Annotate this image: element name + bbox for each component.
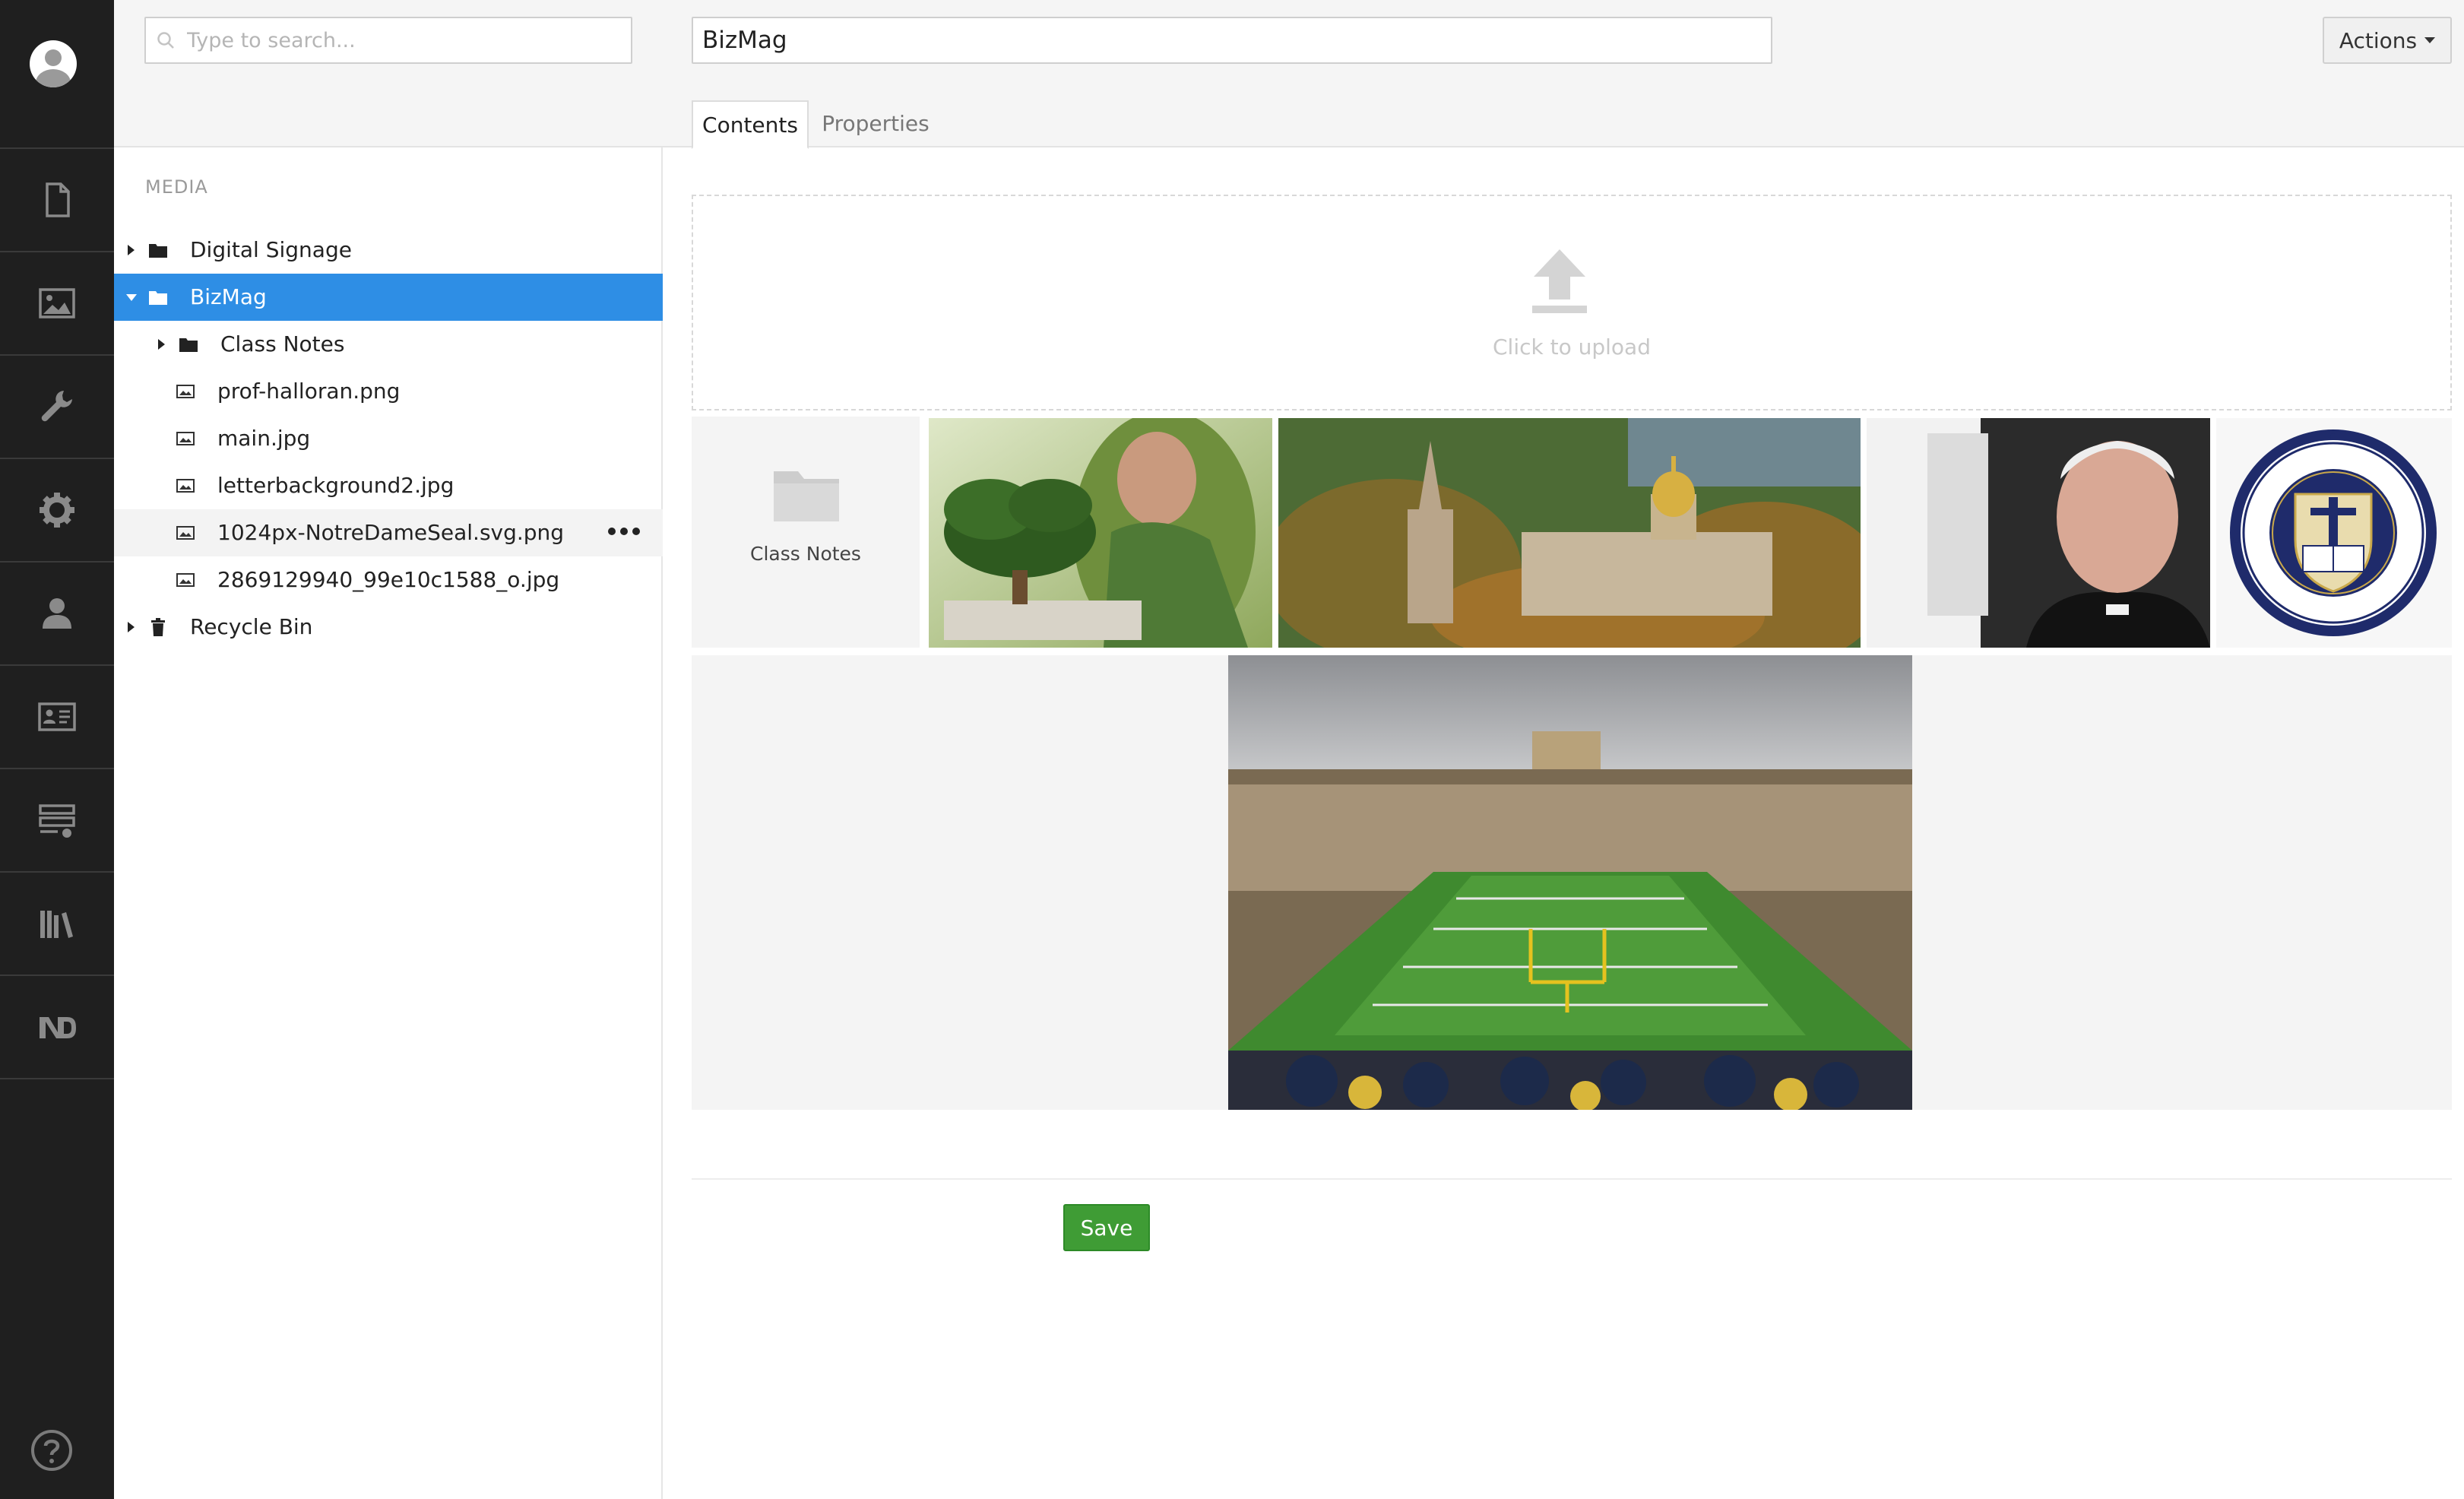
- tree-item-recycle-bin[interactable]: Recycle Bin: [114, 604, 663, 651]
- folder-icon: [774, 471, 839, 521]
- content-section-icon[interactable]: [0, 149, 114, 251]
- folder-tile-label: Class Notes: [750, 543, 861, 565]
- search-icon: [157, 32, 174, 49]
- users-section-icon[interactable]: [0, 563, 114, 664]
- tree-item-bizmag[interactable]: BizMag: [114, 274, 663, 321]
- tree-item-label: Class Notes: [220, 331, 345, 357]
- footer-divider: [692, 1178, 2452, 1180]
- expand-caret-icon[interactable]: [128, 622, 135, 632]
- tree-item-label: 2869129940_99e10c1588_o.jpg: [217, 567, 560, 592]
- tree-item-prof-halloran[interactable]: prof-halloran.png: [114, 368, 663, 415]
- rail-divider: [0, 1078, 114, 1079]
- tree-search[interactable]: [144, 17, 632, 64]
- expand-caret-icon[interactable]: [158, 339, 165, 350]
- media-tile-notredame-seal[interactable]: [2216, 418, 2452, 648]
- wrench-icon: [41, 391, 72, 422]
- media-section-icon[interactable]: [0, 252, 114, 354]
- id-card-icon: [38, 702, 76, 731]
- tree-header: [114, 0, 663, 147]
- tree-item-notredame-seal[interactable]: 1024px-NotreDameSeal.svg.png: [114, 509, 663, 556]
- media-tile-prof-halloran[interactable]: [929, 418, 1272, 648]
- tree-item-label: Recycle Bin: [190, 614, 313, 639]
- user-avatar[interactable]: [30, 40, 77, 87]
- collapse-caret-icon[interactable]: [126, 294, 137, 301]
- tree-item-digital-signage[interactable]: Digital Signage: [114, 227, 663, 274]
- document-icon: [46, 182, 70, 217]
- upload-dropzone[interactable]: Click to upload: [692, 195, 2452, 410]
- photo-thumbnail: [929, 418, 1272, 648]
- seal-thumbnail: [2230, 429, 2437, 636]
- photo-thumbnail: [1228, 655, 1912, 1110]
- image-icon: [39, 288, 75, 318]
- section-nav-rail: [0, 0, 114, 1499]
- tree-item-label: 1024px-NotreDameSeal.svg.png: [217, 520, 565, 545]
- expand-caret-icon[interactable]: [128, 245, 135, 255]
- form-icon: [39, 804, 75, 838]
- tree-item-2869129940[interactable]: 2869129940_99e10c1588_o.jpg: [114, 556, 663, 604]
- upload-icon: [1532, 249, 1587, 313]
- media-tree-panel: MEDIA Digital Signage BizMag Class Notes…: [114, 0, 663, 1499]
- folder-icon: [149, 244, 167, 258]
- search-input[interactable]: [187, 28, 613, 52]
- image-file-icon: [176, 432, 195, 445]
- media-name-input[interactable]: [692, 17, 1772, 64]
- image-file-icon: [176, 479, 195, 493]
- books-icon: [40, 911, 73, 938]
- media-tile-class-notes-folder[interactable]: Class Notes: [692, 417, 920, 648]
- settings-section-icon[interactable]: [0, 356, 114, 458]
- actions-button[interactable]: Actions: [2323, 17, 2452, 64]
- members-section-icon[interactable]: [0, 666, 114, 768]
- save-button[interactable]: Save: [1063, 1204, 1150, 1251]
- media-tile-portrait[interactable]: [1867, 418, 2210, 648]
- folder-open-icon: [149, 291, 167, 305]
- translation-section-icon[interactable]: [0, 873, 114, 975]
- user-icon: [43, 598, 71, 629]
- photo-thumbnail: [1867, 418, 2210, 648]
- tree-item-label: Digital Signage: [190, 237, 352, 262]
- trash-icon: [151, 618, 165, 636]
- image-file-icon: [176, 526, 195, 540]
- editor-header: Actions Contents Properties: [663, 0, 2464, 149]
- nd-monogram-icon: [40, 1017, 76, 1038]
- folder-icon: [179, 338, 198, 352]
- image-file-icon: [176, 385, 195, 398]
- tree-item-label: BizMag: [190, 284, 267, 309]
- media-tile-campus-aerial[interactable]: [1278, 418, 1861, 648]
- upload-hint: Click to upload: [1493, 334, 1651, 360]
- tree-item-class-notes[interactable]: Class Notes: [114, 321, 663, 368]
- media-editor: Actions Contents Properties Click to upl…: [663, 0, 2464, 1499]
- section-label: MEDIA: [145, 176, 208, 198]
- chevron-down-icon: [2424, 37, 2436, 43]
- photo-thumbnail: [1278, 418, 1861, 648]
- tree-item-main-jpg[interactable]: main.jpg: [114, 415, 663, 462]
- developer-section-icon[interactable]: [0, 459, 114, 561]
- image-file-icon: [176, 573, 195, 587]
- actions-label: Actions: [2339, 27, 2418, 53]
- notre-dame-section-icon[interactable]: [0, 976, 114, 1078]
- media-tile-stadium[interactable]: [1228, 655, 1912, 1110]
- tree-item-label: main.jpg: [217, 426, 311, 451]
- tree-item-label: prof-halloran.png: [217, 379, 401, 404]
- tab-contents[interactable]: Contents: [692, 100, 809, 149]
- help-icon[interactable]: [29, 1428, 74, 1473]
- tree-item-letterbackground2[interactable]: letterbackground2.jpg: [114, 462, 663, 509]
- tree-item-label: letterbackground2.jpg: [217, 473, 454, 498]
- tab-properties[interactable]: Properties: [815, 99, 936, 147]
- forms-section-icon[interactable]: [0, 769, 114, 871]
- more-options-icon[interactable]: [608, 528, 640, 535]
- gear-icon: [40, 493, 74, 528]
